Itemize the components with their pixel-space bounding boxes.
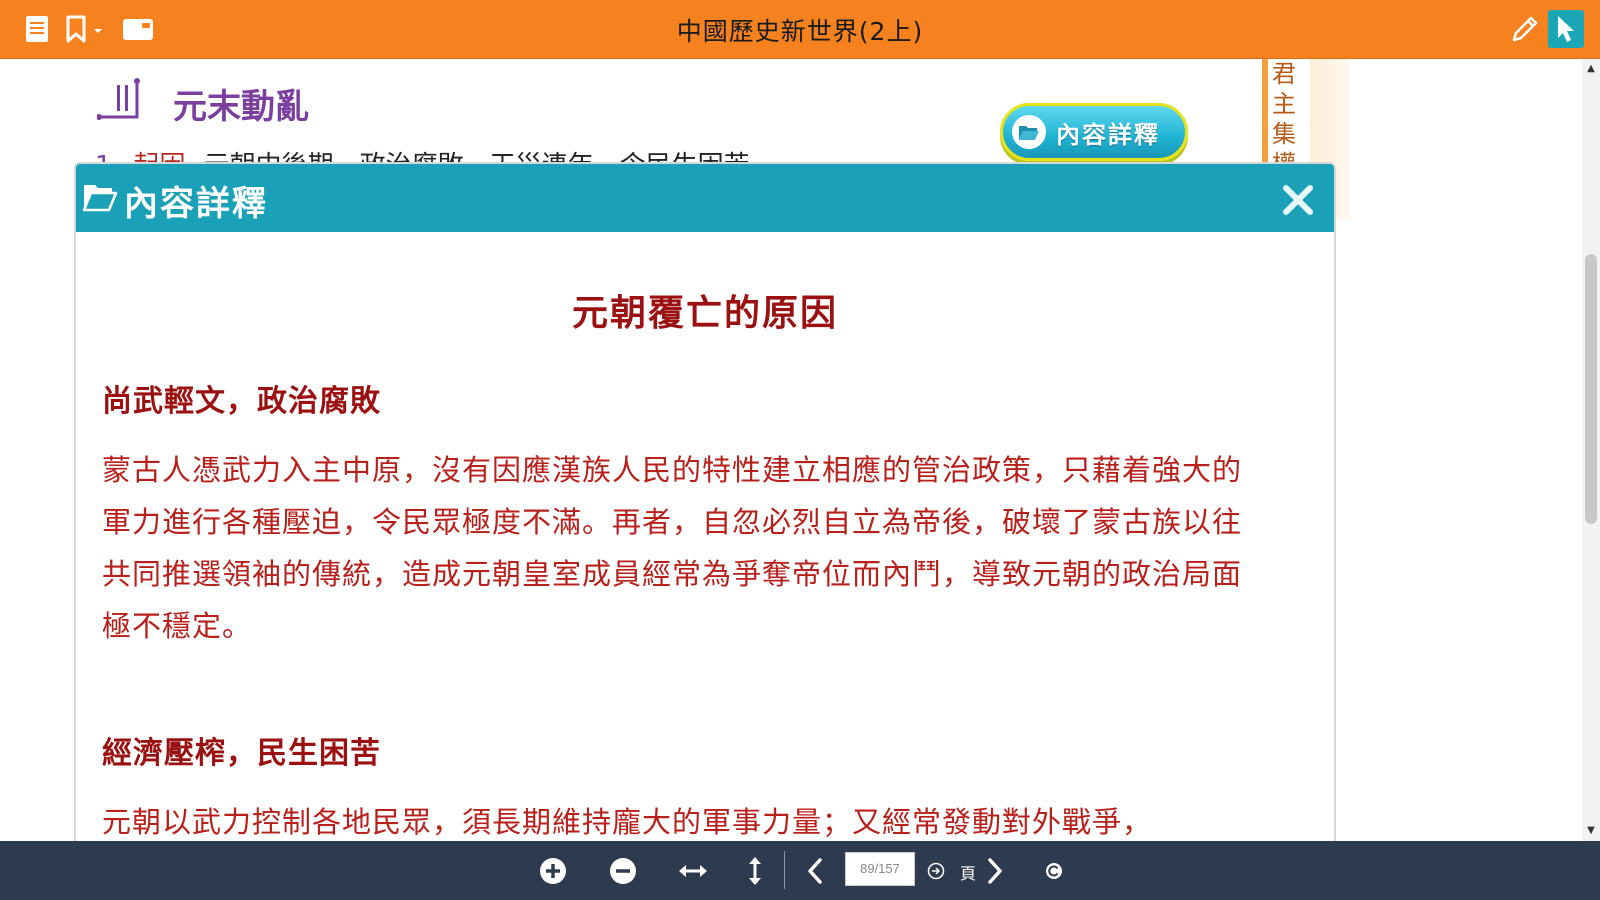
app-title: 中國歷史新世界(2上) — [676, 17, 924, 46]
modal-body: 元朝覆亡的原因 尚武輕文，政治腐敗 蒙古人憑武力入主中原，沒有因應漢族人民的特性… — [76, 232, 1334, 860]
fit-height-icon[interactable] — [740, 856, 770, 886]
page-number-input[interactable]: 89/157 — [845, 852, 915, 886]
modal-title: 內容詳釋 — [124, 184, 268, 224]
pencil-icon[interactable] — [1508, 12, 1542, 46]
zoom-out-icon[interactable] — [608, 856, 638, 886]
pointer-icon[interactable] — [1548, 10, 1584, 48]
prev-page-icon[interactable] — [800, 856, 830, 886]
page-label: 頁 — [960, 864, 977, 883]
top-toolbar: 中國歷史新世界(2上) — [0, 0, 1600, 59]
zoom-in-icon[interactable] — [538, 856, 568, 886]
section-heading: 經濟壓榨，民生困苦 — [102, 736, 381, 771]
refresh-icon[interactable] — [1039, 856, 1069, 886]
scroll-down-icon[interactable]: ▼ — [1582, 823, 1600, 839]
bottom-toolbar: 89/157 頁 — [0, 841, 1600, 900]
page-scrollbar[interactable]: ▲ ▼ — [1582, 59, 1600, 841]
folder-open-icon — [82, 185, 118, 212]
scroll-thumb[interactable] — [1585, 254, 1597, 524]
modal-header: 內容詳釋 — [76, 164, 1334, 232]
section-paragraph: 蒙古人憑武力入主中原，沒有因應漢族人民的特性建立相應的管治政策，只藉着強大的軍力… — [102, 453, 1243, 643]
section-title: 元末動亂 — [173, 87, 309, 127]
next-page-icon[interactable] — [980, 856, 1010, 886]
section-marker-icon — [97, 78, 140, 120]
side-margin-text: 君主集權 — [1272, 60, 1296, 178]
content-detail-modal: 內容詳釋 元朝覆亡的原因 尚武輕文，政治腐敗 蒙古人憑武力入主中原，沒有因應漢族… — [74, 162, 1336, 862]
folder-open-icon — [1012, 115, 1046, 149]
content-detail-label: 內容詳釋 — [1056, 120, 1160, 149]
article-title: 元朝覆亡的原因 — [571, 293, 838, 334]
toolbar-divider — [784, 851, 785, 889]
close-icon[interactable] — [1280, 182, 1316, 218]
scroll-up-icon[interactable]: ▲ — [1582, 61, 1600, 77]
section-heading: 尚武輕文，政治腐敗 — [102, 384, 381, 419]
fit-width-icon[interactable] — [678, 856, 708, 886]
side-strip — [1262, 59, 1268, 179]
go-to-page-icon[interactable] — [927, 862, 945, 880]
content-detail-button[interactable]: 內容詳釋 — [1000, 103, 1188, 161]
